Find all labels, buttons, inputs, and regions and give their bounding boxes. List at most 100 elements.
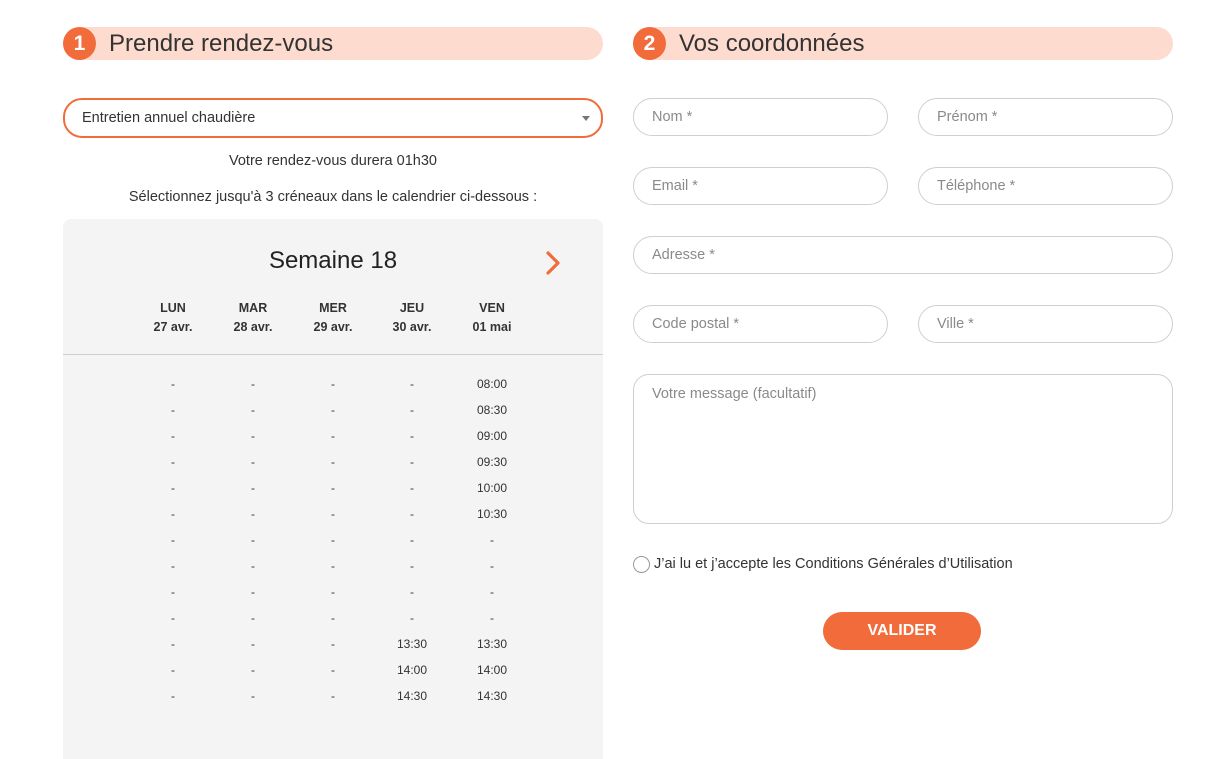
empty-slot: - (410, 429, 414, 443)
empty-slot: - (331, 455, 335, 469)
empty-slot: - (331, 585, 335, 599)
empty-slot: - (331, 403, 335, 417)
empty-slot: - (331, 377, 335, 391)
day-date: 01 mai (472, 320, 512, 334)
empty-slot: - (410, 481, 414, 495)
email-field[interactable]: Email * (633, 167, 888, 205)
time-slot[interactable]: 14:30 (457, 689, 527, 703)
ville-field[interactable]: Ville * (918, 305, 1173, 343)
time-slot[interactable]: 09:00 (457, 429, 527, 443)
day-name: MAR (238, 301, 268, 315)
empty-slot: - (410, 455, 414, 469)
time-slot[interactable]: 13:30 (377, 637, 447, 651)
time-slot[interactable]: 13:30 (457, 637, 527, 651)
duration-text: Votre rendez-vous durera 01h30 (229, 153, 437, 169)
empty-slot: - (171, 533, 175, 547)
prenom-placeholder: Prénom * (937, 109, 998, 125)
empty-slot: - (251, 559, 255, 573)
empty-slot: - (331, 663, 335, 677)
empty-slot: - (171, 377, 175, 391)
day-header-ven: VEN 01 mai (457, 299, 527, 337)
day-date: 28 avr. (233, 320, 273, 334)
prenom-field[interactable]: Prénom * (918, 98, 1173, 136)
empty-slot: - (171, 611, 175, 625)
empty-slot: - (251, 689, 255, 703)
empty-slot: - (410, 507, 414, 521)
nom-field[interactable]: Nom * (633, 98, 888, 136)
week-title: Semaine 18 (268, 247, 398, 274)
code-postal-placeholder: Code postal * (652, 316, 740, 332)
empty-slot: - (490, 559, 494, 573)
empty-slot: - (251, 507, 255, 521)
day-date: 29 avr. (313, 320, 353, 334)
step-badge-2: 2 (633, 27, 666, 60)
calendar: Semaine 18 LUN 27 avr. MAR 28 avr. MER 2… (63, 219, 603, 759)
terms-label[interactable]: J’ai lu et j’accepte les Conditions Géné… (654, 556, 1013, 573)
day-name: MER (319, 301, 347, 315)
empty-slot: - (331, 689, 335, 703)
terms-checkbox[interactable] (633, 556, 650, 573)
time-slot[interactable]: 14:00 (457, 663, 527, 677)
chevron-right-icon[interactable] (542, 249, 566, 277)
empty-slot: - (410, 611, 414, 625)
empty-slot: - (171, 585, 175, 599)
empty-slot: - (251, 637, 255, 651)
time-slot[interactable]: 09:30 (457, 455, 527, 469)
time-slot[interactable]: 10:00 (457, 481, 527, 495)
day-header-mar: MAR 28 avr. (218, 299, 288, 337)
day-date: 30 avr. (392, 320, 432, 334)
day-name: LUN (160, 301, 186, 315)
empty-slot: - (171, 637, 175, 651)
day-header-lun: LUN 27 avr. (138, 299, 208, 337)
day-name: VEN (479, 301, 505, 315)
ville-placeholder: Ville * (937, 316, 974, 332)
slot-instruction: Sélectionnez jusqu'à 3 créneaux dans le … (128, 189, 538, 205)
empty-slot: - (251, 611, 255, 625)
submit-button[interactable]: VALIDER (823, 612, 981, 650)
empty-slot: - (251, 455, 255, 469)
message-textarea[interactable]: Votre message (facultatif) (633, 374, 1173, 524)
service-select[interactable]: Entretien annuel chaudière (63, 98, 603, 138)
empty-slot: - (171, 403, 175, 417)
telephone-placeholder: Téléphone * (937, 178, 1016, 194)
time-slot[interactable]: 08:00 (457, 377, 527, 391)
day-date: 27 avr. (153, 320, 193, 334)
time-slot[interactable]: 14:00 (377, 663, 447, 677)
day-header-mer: MER 29 avr. (298, 299, 368, 337)
empty-slot: - (410, 403, 414, 417)
empty-slot: - (410, 377, 414, 391)
day-header-jeu: JEU 30 avr. (377, 299, 447, 337)
empty-slot: - (410, 559, 414, 573)
empty-slot: - (171, 429, 175, 443)
telephone-field[interactable]: Téléphone * (918, 167, 1173, 205)
empty-slot: - (490, 533, 494, 547)
booking-header: 1 Prendre rendez-vous (63, 27, 603, 60)
email-placeholder: Email * (652, 178, 698, 194)
empty-slot: - (251, 377, 255, 391)
empty-slot: - (331, 481, 335, 495)
empty-slot: - (490, 611, 494, 625)
message-placeholder: Votre message (facultatif) (652, 386, 817, 402)
empty-slot: - (331, 637, 335, 651)
time-slot[interactable]: 10:30 (457, 507, 527, 521)
empty-slot: - (171, 689, 175, 703)
time-slot[interactable]: 14:30 (377, 689, 447, 703)
empty-slot: - (490, 585, 494, 599)
adresse-field[interactable]: Adresse * (633, 236, 1173, 274)
empty-slot: - (331, 559, 335, 573)
time-slot[interactable]: 08:30 (457, 403, 527, 417)
empty-slot: - (251, 533, 255, 547)
empty-slot: - (251, 403, 255, 417)
empty-slot: - (331, 533, 335, 547)
empty-slot: - (171, 455, 175, 469)
empty-slot: - (331, 507, 335, 521)
day-name: JEU (399, 301, 425, 315)
empty-slot: - (251, 585, 255, 599)
empty-slot: - (331, 611, 335, 625)
empty-slot: - (171, 481, 175, 495)
caret-down-icon (582, 116, 590, 121)
empty-slot: - (331, 429, 335, 443)
code-postal-field[interactable]: Code postal * (633, 305, 888, 343)
step-badge-1: 1 (63, 27, 96, 60)
empty-slot: - (251, 663, 255, 677)
